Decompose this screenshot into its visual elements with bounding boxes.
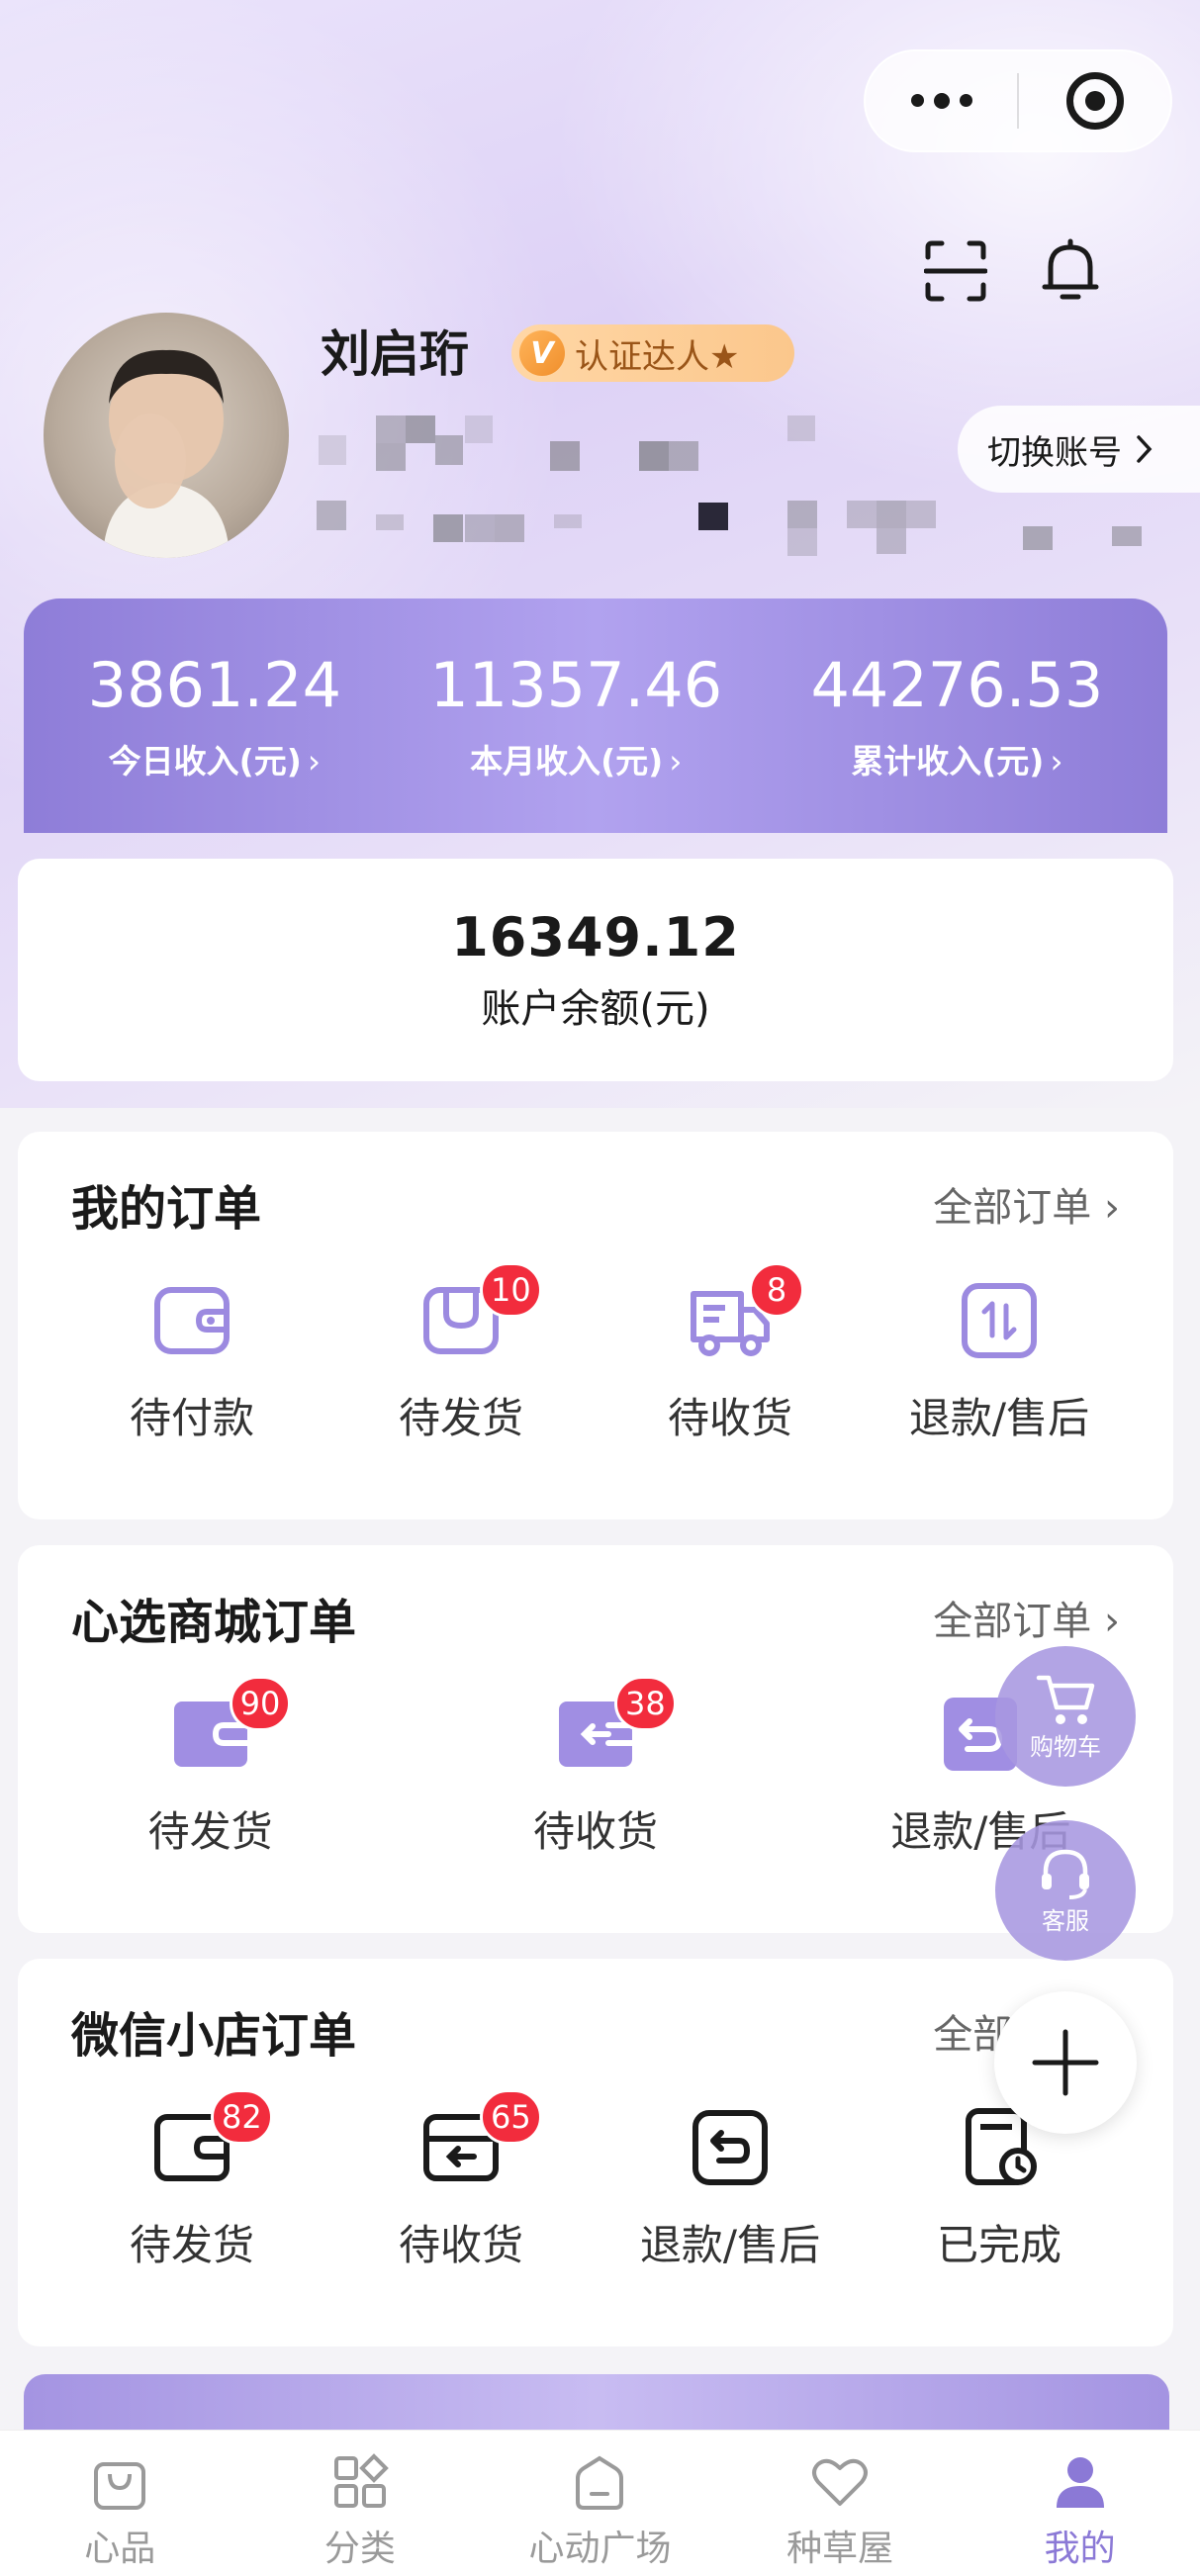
verified-badge-label: 认证达人★ [575, 336, 740, 377]
tab-mine[interactable]: 我的 [960, 2431, 1200, 2576]
order-label: 退款/售后 [639, 2221, 821, 2269]
switch-account-label: 切换账号 [987, 432, 1122, 473]
order-label: 待付款 [129, 1394, 254, 1442]
order-pending-ship[interactable]: 10 待发货 [326, 1262, 596, 1445]
tab-label: 心动广场 [528, 2529, 672, 2569]
tab-label: 我的 [1044, 2529, 1116, 2569]
close-target-icon [1065, 72, 1124, 130]
count-badge: 38 [613, 1676, 677, 1731]
order-label: 已完成 [936, 2221, 1062, 2269]
tab-label: 心品 [84, 2529, 156, 2569]
order-label: 待发货 [147, 1807, 273, 1856]
mall-order-pending-ship[interactable]: 90 待发货 [18, 1676, 403, 1859]
cart-float-button[interactable]: 购物车 [995, 1646, 1136, 1787]
miniprogram-capsule [864, 49, 1172, 152]
income-value: 11357.46 [429, 649, 723, 721]
chevron-right-icon [1137, 435, 1153, 463]
count-badge: 10 [480, 1262, 542, 1318]
service-float-button[interactable]: 客服 [995, 1820, 1136, 1961]
plus-icon [1032, 2029, 1099, 2096]
tab-plaza[interactable]: 心动广场 [480, 2431, 720, 2576]
order-label: 待发货 [129, 2221, 254, 2269]
verified-v-icon: V [519, 330, 565, 376]
wechat-order-pending-receive[interactable]: 65 待收货 [326, 2089, 596, 2272]
income-card: 3861.24 今日收入(元) › 11357.46 本月收入(元) › 44276… [24, 598, 1167, 833]
income-label: 今日收入(元) [108, 742, 302, 781]
return-icon [692, 2110, 768, 2185]
user-name: 刘启珩 [321, 325, 469, 383]
user-icon [1056, 2457, 1104, 2508]
service-label: 客服 [1042, 1906, 1089, 1935]
avatar-photo [103, 349, 230, 558]
order-pending-payment[interactable]: 待付款 [57, 1280, 326, 1445]
add-float-button[interactable] [994, 1991, 1137, 2134]
order-pending-receive[interactable]: 8 待收货 [596, 1262, 865, 1445]
count-badge: 90 [229, 1676, 292, 1731]
count-badge: 82 [211, 2089, 273, 2145]
mall-orders-title: 心选商城订单 [71, 1595, 357, 1650]
bell-icon[interactable] [1039, 237, 1102, 305]
more-button[interactable] [866, 51, 1017, 150]
order-label: 退款/售后 [908, 1394, 1090, 1442]
mall-order-pending-receive[interactable]: 38 待收货 [403, 1676, 787, 1859]
wechat-order-pending-ship[interactable]: 82 待发货 [57, 2089, 326, 2272]
more-icon [910, 92, 972, 109]
chevron-right-icon: › [307, 742, 322, 781]
heart-icon [812, 2458, 869, 2506]
wechat-orders-card: 微信小店订单 全部订单 › 82 待发货 65 待收货 退款/售后 已完成 [18, 1959, 1173, 2346]
income-label: 累计收入(元) [851, 742, 1045, 781]
tab-xinpin[interactable]: 心品 [0, 2431, 240, 2576]
balance-value: 16349.12 [451, 906, 740, 968]
balance-label: 账户余额(元) [481, 986, 710, 1032]
my-orders-all-link[interactable]: 全部订单 › [933, 1175, 1120, 1233]
wechat-order-done[interactable]: 已完成 [865, 2107, 1134, 2272]
category-icon [333, 2453, 389, 2508]
chevron-right-icon: › [669, 742, 683, 781]
income-value: 3861.24 [87, 649, 342, 721]
switch-account-button[interactable]: 切换账号 [958, 406, 1200, 493]
income-total[interactable]: 44276.53 累计收入(元) › [810, 649, 1103, 782]
my-orders-card: 我的订单 全部订单 › 待付款 10 待发货 8 待收货 退款/售后 [18, 1132, 1173, 1519]
my-orders-title: 我的订单 [71, 1181, 262, 1237]
income-value: 44276.53 [810, 649, 1104, 721]
tab-grass-house[interactable]: 种草屋 [720, 2431, 961, 2576]
avatar[interactable] [44, 313, 289, 558]
verified-badge: V 认证达人★ [511, 324, 794, 382]
balance-card[interactable]: 16349.12 账户余额(元) [18, 859, 1173, 1081]
home-icon [576, 2455, 624, 2510]
tab-label: 分类 [323, 2529, 396, 2569]
count-badge: 8 [749, 1262, 804, 1318]
income-today[interactable]: 3861.24 今日收入(元) › [88, 649, 341, 782]
order-label: 待收货 [532, 1807, 658, 1856]
refund-icon [962, 1283, 1037, 1358]
tab-category[interactable]: 分类 [240, 2431, 481, 2576]
order-label: 待收货 [398, 2221, 523, 2269]
wechat-order-refund[interactable]: 退款/售后 [596, 2107, 865, 2272]
income-month[interactable]: 11357.46 本月收入(元) › [429, 649, 722, 782]
order-label: 待发货 [398, 1394, 523, 1442]
chevron-right-icon: › [1050, 742, 1063, 781]
wallet-icon [154, 1287, 230, 1354]
income-label: 本月收入(元) [470, 742, 664, 781]
order-label: 待收货 [667, 1394, 792, 1442]
order-refund[interactable]: 退款/售后 [865, 1280, 1134, 1445]
mall-orders-all-link[interactable]: 全部订单 › [933, 1589, 1120, 1646]
bag-icon [94, 2462, 146, 2510]
wechat-orders-title: 微信小店订单 [71, 2008, 357, 2064]
cart-icon [1036, 1675, 1095, 1724]
scan-icon[interactable] [924, 239, 987, 303]
tab-label: 种草屋 [786, 2529, 894, 2569]
bottom-tabbar: 心品 分类 心动广场 种草屋 我的 [0, 2430, 1200, 2576]
headset-icon [1042, 1849, 1089, 1899]
cart-label: 购物车 [1030, 1732, 1101, 1761]
count-badge: 65 [480, 2089, 542, 2145]
close-button[interactable] [1019, 51, 1170, 150]
